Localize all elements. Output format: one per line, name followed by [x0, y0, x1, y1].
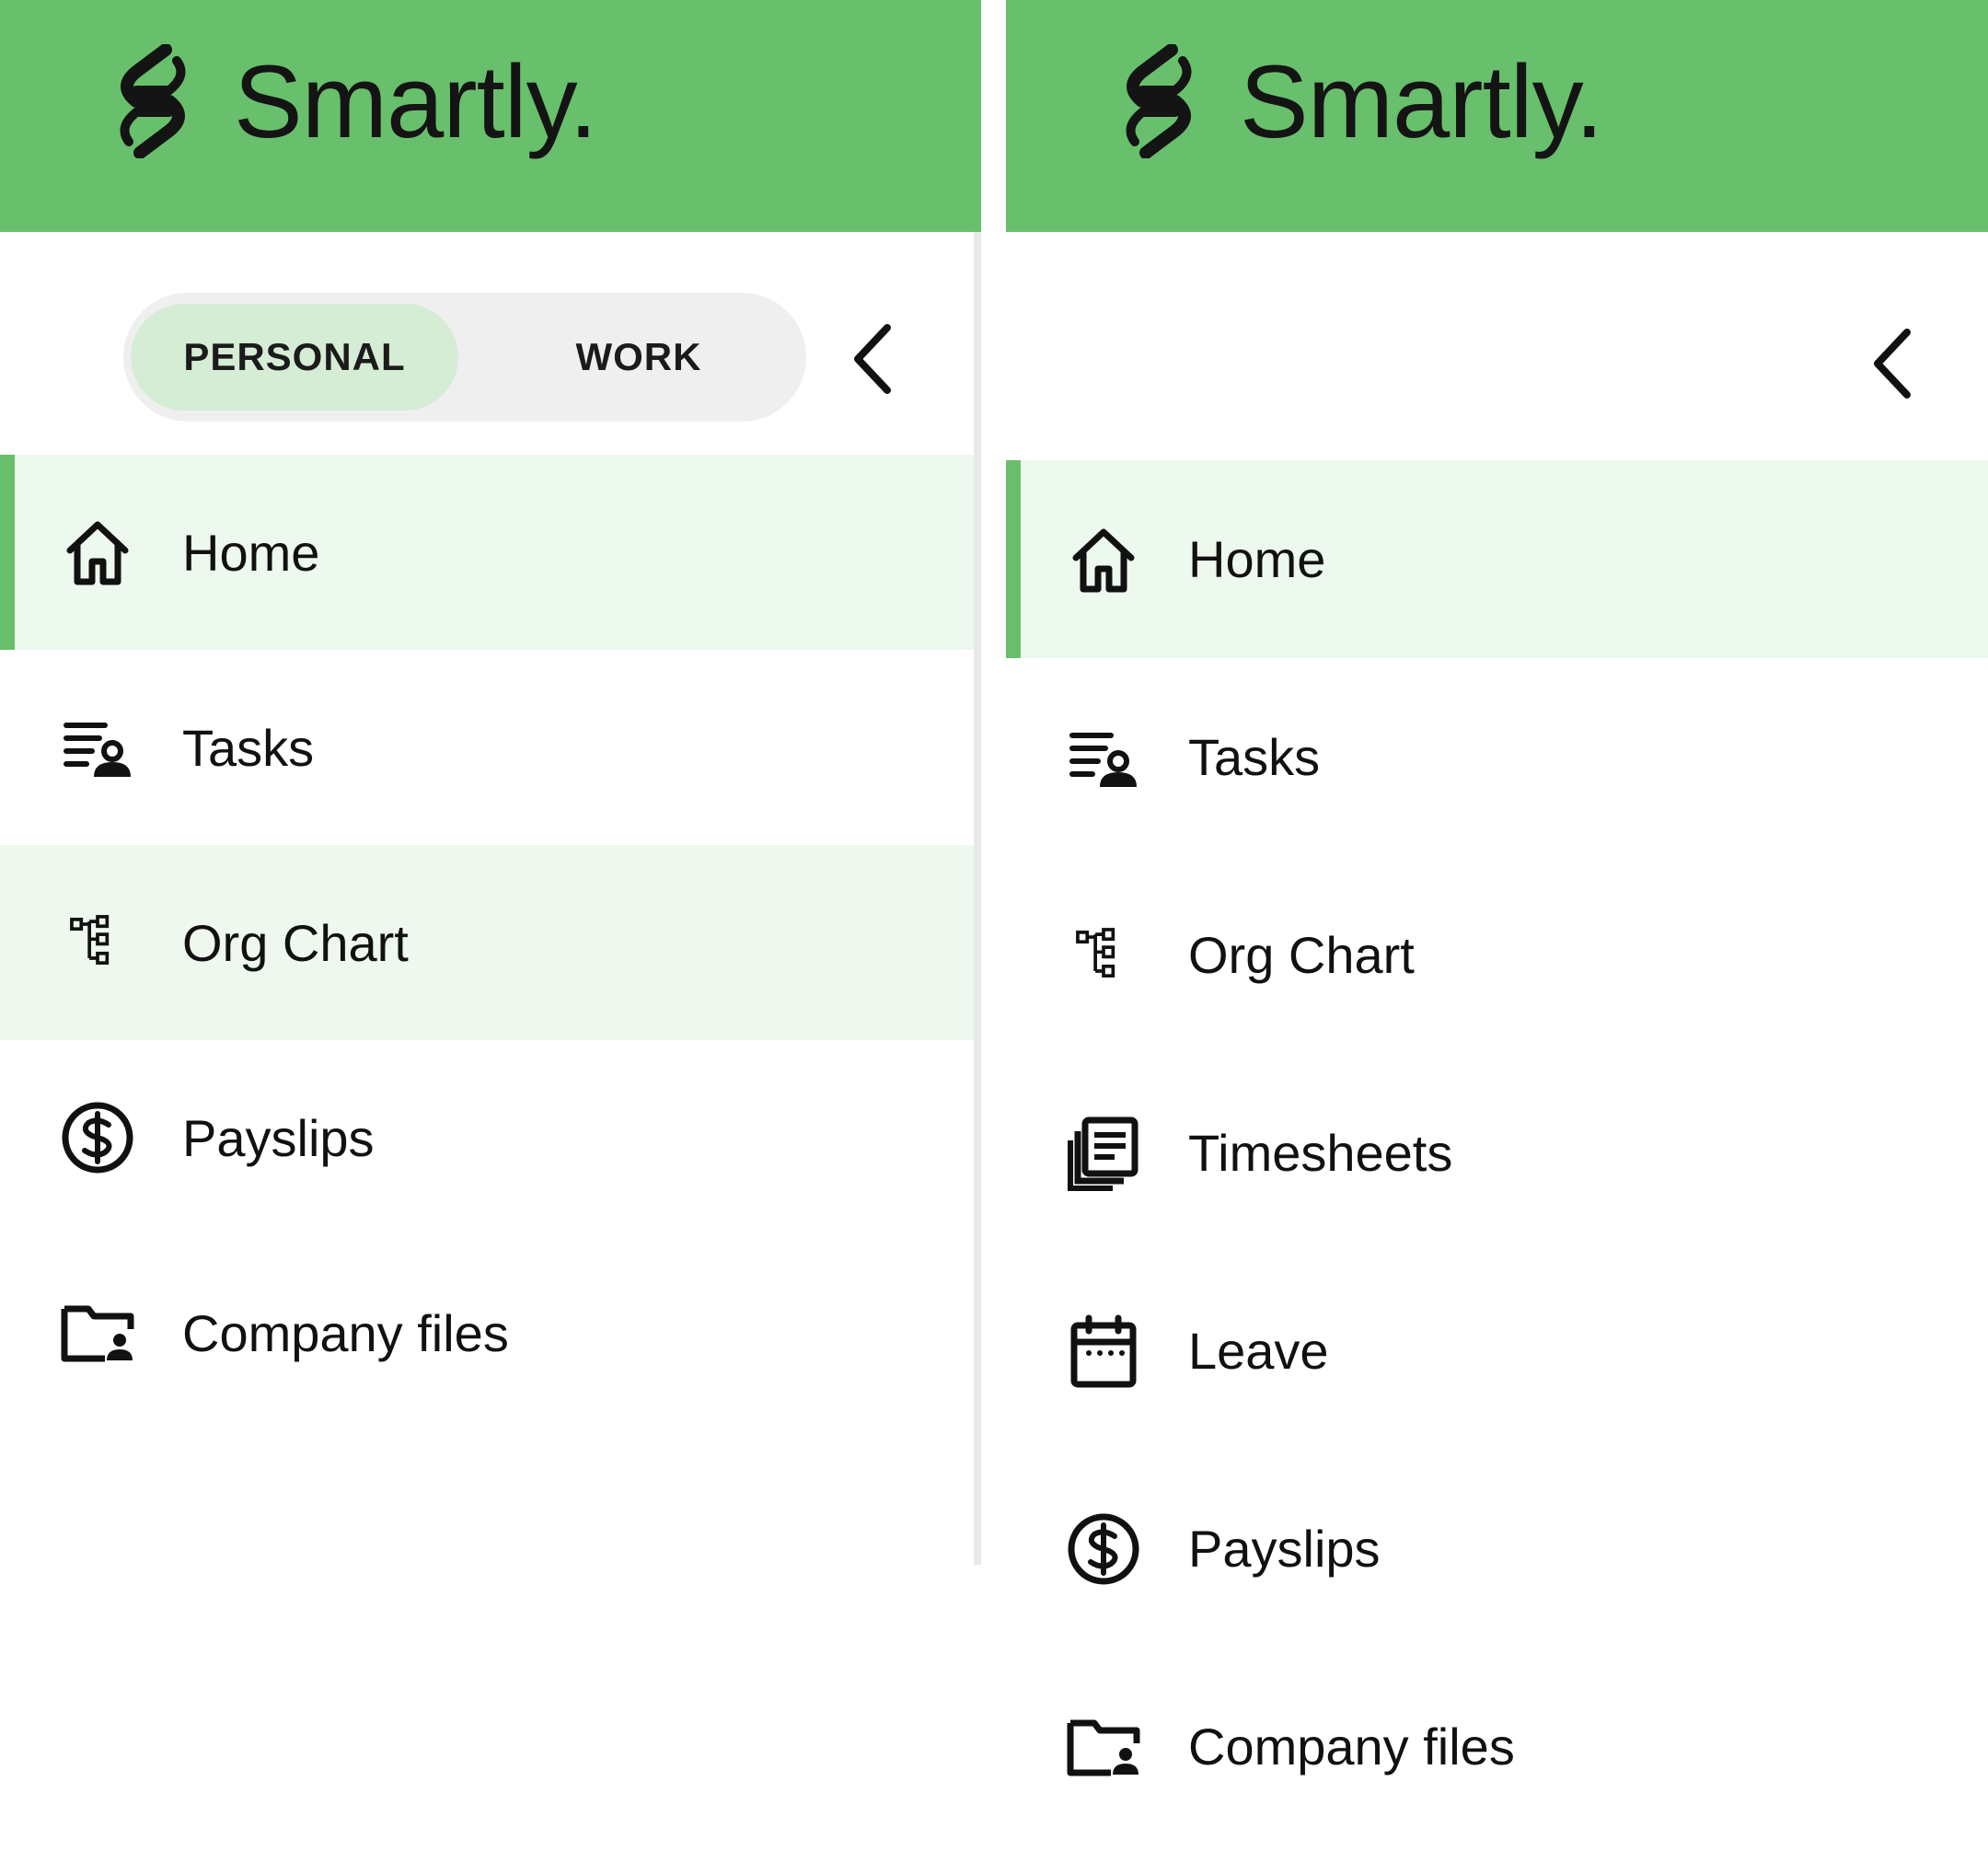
- folder-user-icon: [1065, 1708, 1142, 1786]
- sidebar-item-label: Company files: [1188, 1718, 1515, 1776]
- brand-name: Smartly.: [1240, 43, 1603, 159]
- sidebar-work: Smartly. Home Tasks Org Chart Timesheets…: [1006, 0, 1988, 1874]
- collapse-sidebar-button[interactable]: [838, 313, 911, 405]
- sidebar-item-label: Payslips: [182, 1108, 375, 1167]
- org-chart-icon: [1065, 917, 1142, 994]
- sidebar-item-home[interactable]: Home: [0, 455, 981, 650]
- smartly-logo-icon: [1126, 44, 1192, 158]
- smartly-logo-icon: [120, 44, 186, 158]
- personal-work-toggle[interactable]: PERSONAL WORK: [123, 293, 806, 422]
- dollar-circle-icon: [59, 1099, 136, 1176]
- logo[interactable]: Smartly.: [109, 37, 597, 166]
- sidebar-item-label: Home: [1188, 530, 1326, 588]
- sidebar-item-label: Org Chart: [182, 913, 409, 972]
- sidebar-item-label: Timesheets: [1188, 1124, 1453, 1182]
- collapse-sidebar-button[interactable]: [1857, 318, 1931, 410]
- sidebar-item-label: Org Chart: [1188, 926, 1415, 984]
- sidebar-item-timesheets[interactable]: Timesheets: [1006, 1054, 1988, 1252]
- timesheets-icon: [1065, 1115, 1142, 1192]
- sidebar-item-leave[interactable]: Leave: [1006, 1252, 1988, 1450]
- sidebar-item-label: Leave: [1188, 1322, 1329, 1380]
- sidebar-item-tasks[interactable]: Tasks: [1006, 658, 1988, 856]
- sidebar-item-org-chart[interactable]: Org Chart: [0, 845, 981, 1040]
- sidebar-item-payslips[interactable]: Payslips: [1006, 1450, 1988, 1648]
- sidebar-nav: Home Tasks: [0, 455, 981, 1430]
- sidebar-item-label: Tasks: [182, 718, 315, 777]
- sidebar-item-label: Payslips: [1188, 1520, 1381, 1578]
- sidebar-item-company-files[interactable]: Company files: [1006, 1648, 1988, 1845]
- sidebar-item-company-files[interactable]: Company files: [0, 1235, 981, 1430]
- sidebar-item-tasks[interactable]: Tasks: [0, 650, 981, 845]
- sidebar-nav: Home Tasks: [1006, 460, 1988, 1845]
- header: Smartly.: [0, 0, 981, 232]
- home-icon: [1065, 521, 1142, 598]
- chevron-left-icon: [1874, 329, 1911, 399]
- calendar-icon: [1065, 1313, 1142, 1390]
- sidebar-item-label: Home: [182, 523, 320, 582]
- sidebar-item-label: Company files: [182, 1303, 509, 1362]
- sidebar-item-home[interactable]: Home: [1006, 460, 1988, 658]
- dollar-circle-icon: [1065, 1510, 1142, 1588]
- tasks-icon: [1065, 719, 1142, 796]
- tasks-icon: [59, 709, 136, 786]
- sidebar-item-org-chart[interactable]: Org Chart: [1006, 856, 1988, 1054]
- sidebar-personal: Smartly. PERSONAL WORK Home Tasks Org Ch…: [0, 0, 981, 1874]
- org-chart-icon: [59, 904, 136, 981]
- logo[interactable]: Smartly.: [1115, 37, 1603, 166]
- home-icon: [59, 514, 136, 591]
- sidebar-divider: [974, 232, 981, 1565]
- toggle-work[interactable]: WORK: [501, 304, 777, 411]
- sidebar-item-label: Tasks: [1188, 728, 1321, 786]
- sidebar-item-payslips[interactable]: Payslips: [0, 1040, 981, 1235]
- brand-name: Smartly.: [234, 43, 597, 159]
- header: Smartly.: [1006, 0, 1988, 232]
- chevron-left-icon: [854, 324, 891, 394]
- folder-user-icon: [59, 1294, 136, 1371]
- toggle-personal[interactable]: PERSONAL: [131, 304, 458, 411]
